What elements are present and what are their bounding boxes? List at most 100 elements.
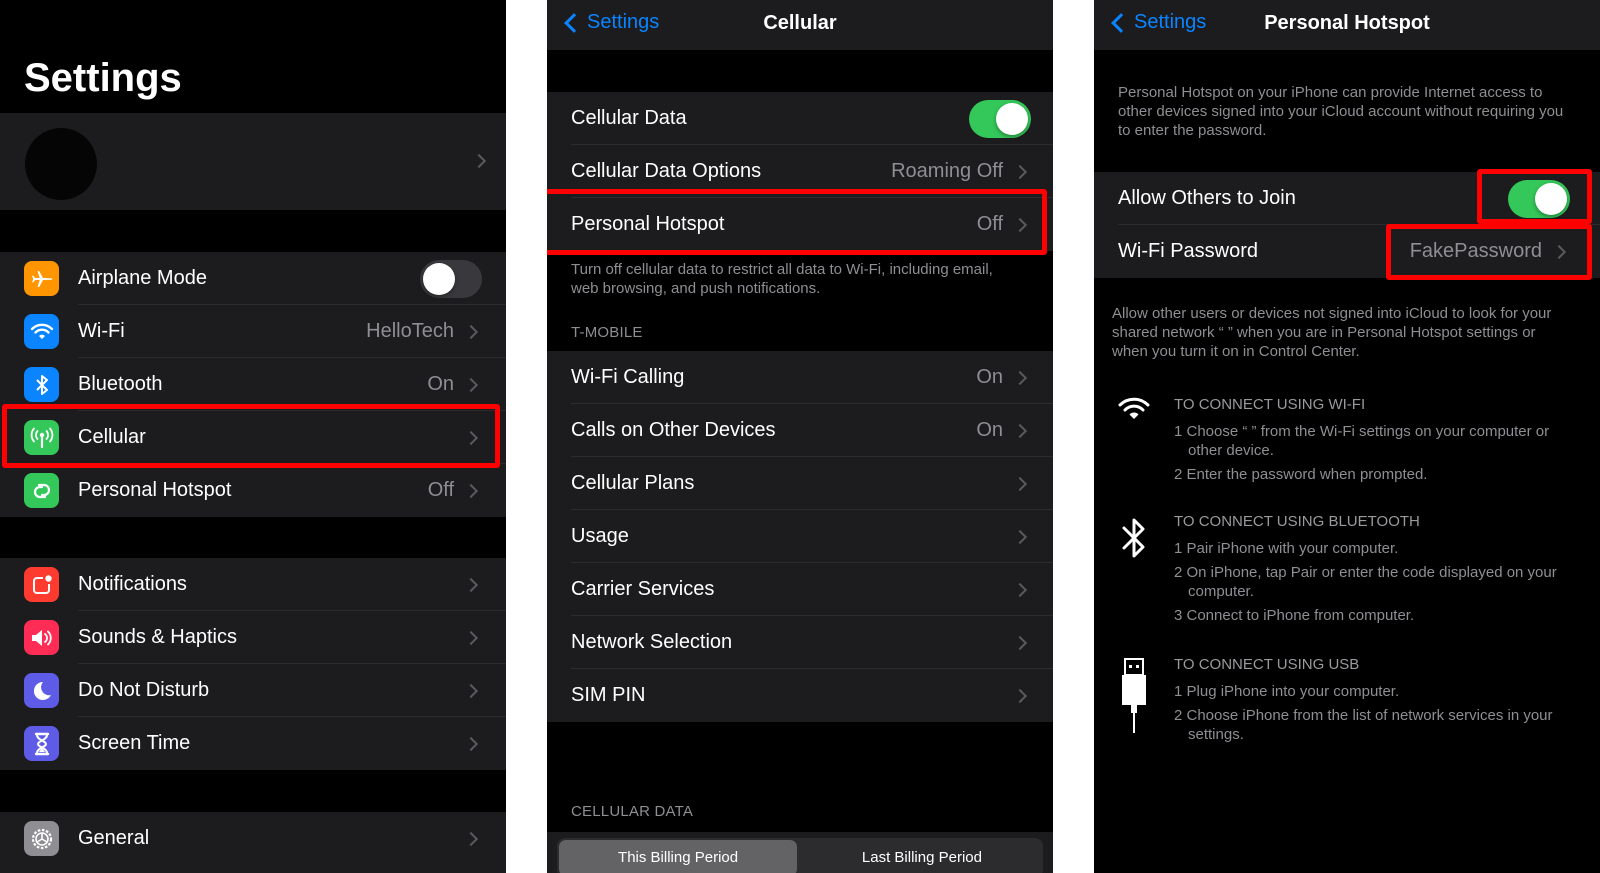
avatar <box>25 128 97 200</box>
settings-row-notifications[interactable]: Notifications <box>0 558 506 611</box>
row-value: HelloTech <box>366 320 454 342</box>
chevron-right-icon <box>463 377 479 392</box>
page-title: Cellular <box>763 12 837 34</box>
row-label: Wi-Fi Calling <box>571 366 685 388</box>
hotspot-row-wifi-password[interactable]: Wi-Fi Password FakePassword <box>1094 225 1600 278</box>
segment-this-billing-period[interactable]: This Billing Period <box>559 840 798 873</box>
connect-wifi-title: TO CONNECT USING WI-FI <box>1174 396 1366 413</box>
personal-hotspot-screen: Settings Personal Hotspot Personal Hotsp… <box>1094 0 1600 873</box>
row-label: Calls on Other Devices <box>571 419 776 441</box>
row-label: Bluetooth <box>78 373 163 395</box>
cellular-row-usage[interactable]: Usage <box>547 510 1053 563</box>
usb-icon <box>1116 657 1152 737</box>
cellular-row-sim-pin[interactable]: SIM PIN <box>547 669 1053 722</box>
allow-others-toggle[interactable] <box>1508 179 1570 218</box>
general-group: General <box>0 812 506 873</box>
cellular-row-data-options[interactable]: Cellular Data Options Roaming Off <box>547 145 1053 198</box>
row-label: Airplane Mode <box>78 267 207 289</box>
row-label: Usage <box>571 525 629 547</box>
cellular-row-network-selection[interactable]: Network Selection <box>547 616 1053 669</box>
settings-row-screen-time[interactable]: Screen Time <box>0 717 506 770</box>
chevron-right-icon <box>1012 688 1028 703</box>
cellular-row-cellular-data[interactable]: Cellular Data <box>547 92 1053 145</box>
row-label: Do Not Disturb <box>78 679 210 701</box>
cellular-row-calls-other-devices[interactable]: Calls on Other Devices On <box>547 404 1053 457</box>
row-label: Cellular Plans <box>571 472 695 494</box>
chevron-right-icon <box>1012 370 1028 385</box>
row-value: On <box>976 419 1003 441</box>
bluetooth-icon <box>1116 516 1152 560</box>
carrier-section-header: T-MOBILE <box>571 324 643 341</box>
settings-row-general[interactable]: General <box>0 812 506 865</box>
chevron-right-icon <box>1012 476 1028 491</box>
chevron-right-icon <box>1012 164 1028 179</box>
chevron-right-icon <box>463 483 479 498</box>
cellular-row-personal-hotspot[interactable]: Personal Hotspot Off <box>547 198 1053 251</box>
settings-row-do-not-disturb[interactable]: Do Not Disturb <box>0 664 506 717</box>
speaker-icon <box>24 620 59 655</box>
chevron-right-icon <box>1012 582 1028 597</box>
profile-row[interactable] <box>0 113 506 210</box>
row-label: Carrier Services <box>571 578 715 600</box>
row-label: Notifications <box>78 573 187 595</box>
cellular-data-footnote: Turn off cellular data to restrict all d… <box>571 261 993 297</box>
row-value: Roaming Off <box>891 160 1003 182</box>
page-title: Settings <box>24 56 182 100</box>
connect-wifi-step: 2 Enter the password when prompted. <box>1174 466 1428 483</box>
moon-icon <box>24 673 59 708</box>
chevron-right-icon <box>1012 423 1028 438</box>
hotspot-icon <box>24 473 59 508</box>
row-value: On <box>976 366 1003 388</box>
page-title: Personal Hotspot <box>1264 12 1430 34</box>
settings-row-sounds-haptics[interactable]: Sounds & Haptics <box>0 611 506 664</box>
settings-row-personal-hotspot[interactable]: Personal Hotspot Off <box>0 464 506 517</box>
cellular-data-toggle[interactable] <box>969 99 1031 138</box>
chevron-right-icon <box>463 430 479 445</box>
airplane-mode-toggle[interactable] <box>420 259 482 298</box>
cellular-top-group: Cellular Data Cellular Data Options Roam… <box>547 92 1053 251</box>
settings-row-wifi[interactable]: Wi-Fi HelloTech <box>0 305 506 358</box>
connect-wifi-step: 1 Choose “ ” from the Wi-Fi settings on … <box>1174 423 1550 459</box>
row-label: Personal Hotspot <box>571 213 725 235</box>
cellular-data-section-header: CELLULAR DATA <box>571 803 694 820</box>
connect-usb-step: 1 Plug iPhone into your computer. <box>1174 683 1400 700</box>
wifi-password-value: FakePassword <box>1409 240 1542 262</box>
row-label: Sounds & Haptics <box>78 626 237 648</box>
segment-last-billing-period[interactable]: Last Billing Period <box>803 840 1041 873</box>
connect-bluetooth-step: 2 On iPhone, tap Pair or enter the code … <box>1174 564 1557 600</box>
row-label: SIM PIN <box>571 684 646 706</box>
settings-row-airplane-mode[interactable]: Airplane Mode <box>0 252 506 305</box>
chevron-right-icon <box>463 630 479 645</box>
billing-period-segmented-control: This Billing Period Last Billing Period <box>557 838 1043 873</box>
carrier-group: Wi-Fi Calling On Calls on Other Devices … <box>547 351 1053 722</box>
row-value: Off <box>427 479 454 501</box>
hotspot-row-allow-others[interactable]: Allow Others to Join <box>1094 172 1600 225</box>
chevron-right-icon <box>1012 529 1028 544</box>
wifi-icon <box>1116 395 1152 423</box>
chevron-right-icon <box>463 736 479 751</box>
row-label: Screen Time <box>78 732 191 754</box>
cellular-antenna-icon <box>24 420 59 455</box>
settings-row-cellular[interactable]: Cellular <box>0 411 506 464</box>
row-label: Allow Others to Join <box>1118 187 1296 209</box>
cellular-row-wifi-calling[interactable]: Wi-Fi Calling On <box>547 351 1053 404</box>
hotspot-settings-group: Allow Others to Join Wi-Fi Password Fake… <box>1094 172 1600 278</box>
bluetooth-icon <box>24 367 59 402</box>
chevron-right-icon <box>463 577 479 592</box>
settings-screen: Settings Airplane Mode Wi-Fi HelloTech B… <box>0 0 506 873</box>
allow-others-note: Allow other users or devices not signed … <box>1112 305 1552 360</box>
chevron-right-icon <box>1551 244 1567 259</box>
notifications-group: Notifications Sounds & Haptics Do Not Di… <box>0 558 506 770</box>
row-value: Off <box>976 213 1003 235</box>
navigation-bar: Settings Personal Hotspot <box>1094 0 1600 50</box>
connect-bluetooth-step: 1 Pair iPhone with your computer. <box>1174 540 1399 557</box>
cellular-row-carrier-services[interactable]: Carrier Services <box>547 563 1053 616</box>
gear-icon <box>24 821 59 856</box>
connect-bluetooth-step: 3 Connect to iPhone from computer. <box>1174 607 1415 624</box>
settings-row-bluetooth[interactable]: Bluetooth On <box>0 358 506 411</box>
row-label: Wi-Fi <box>78 320 125 342</box>
airplane-icon <box>24 261 59 296</box>
row-label: Cellular Data <box>571 107 687 129</box>
row-label: Wi-Fi Password <box>1118 240 1259 262</box>
cellular-row-cellular-plans[interactable]: Cellular Plans <box>547 457 1053 510</box>
